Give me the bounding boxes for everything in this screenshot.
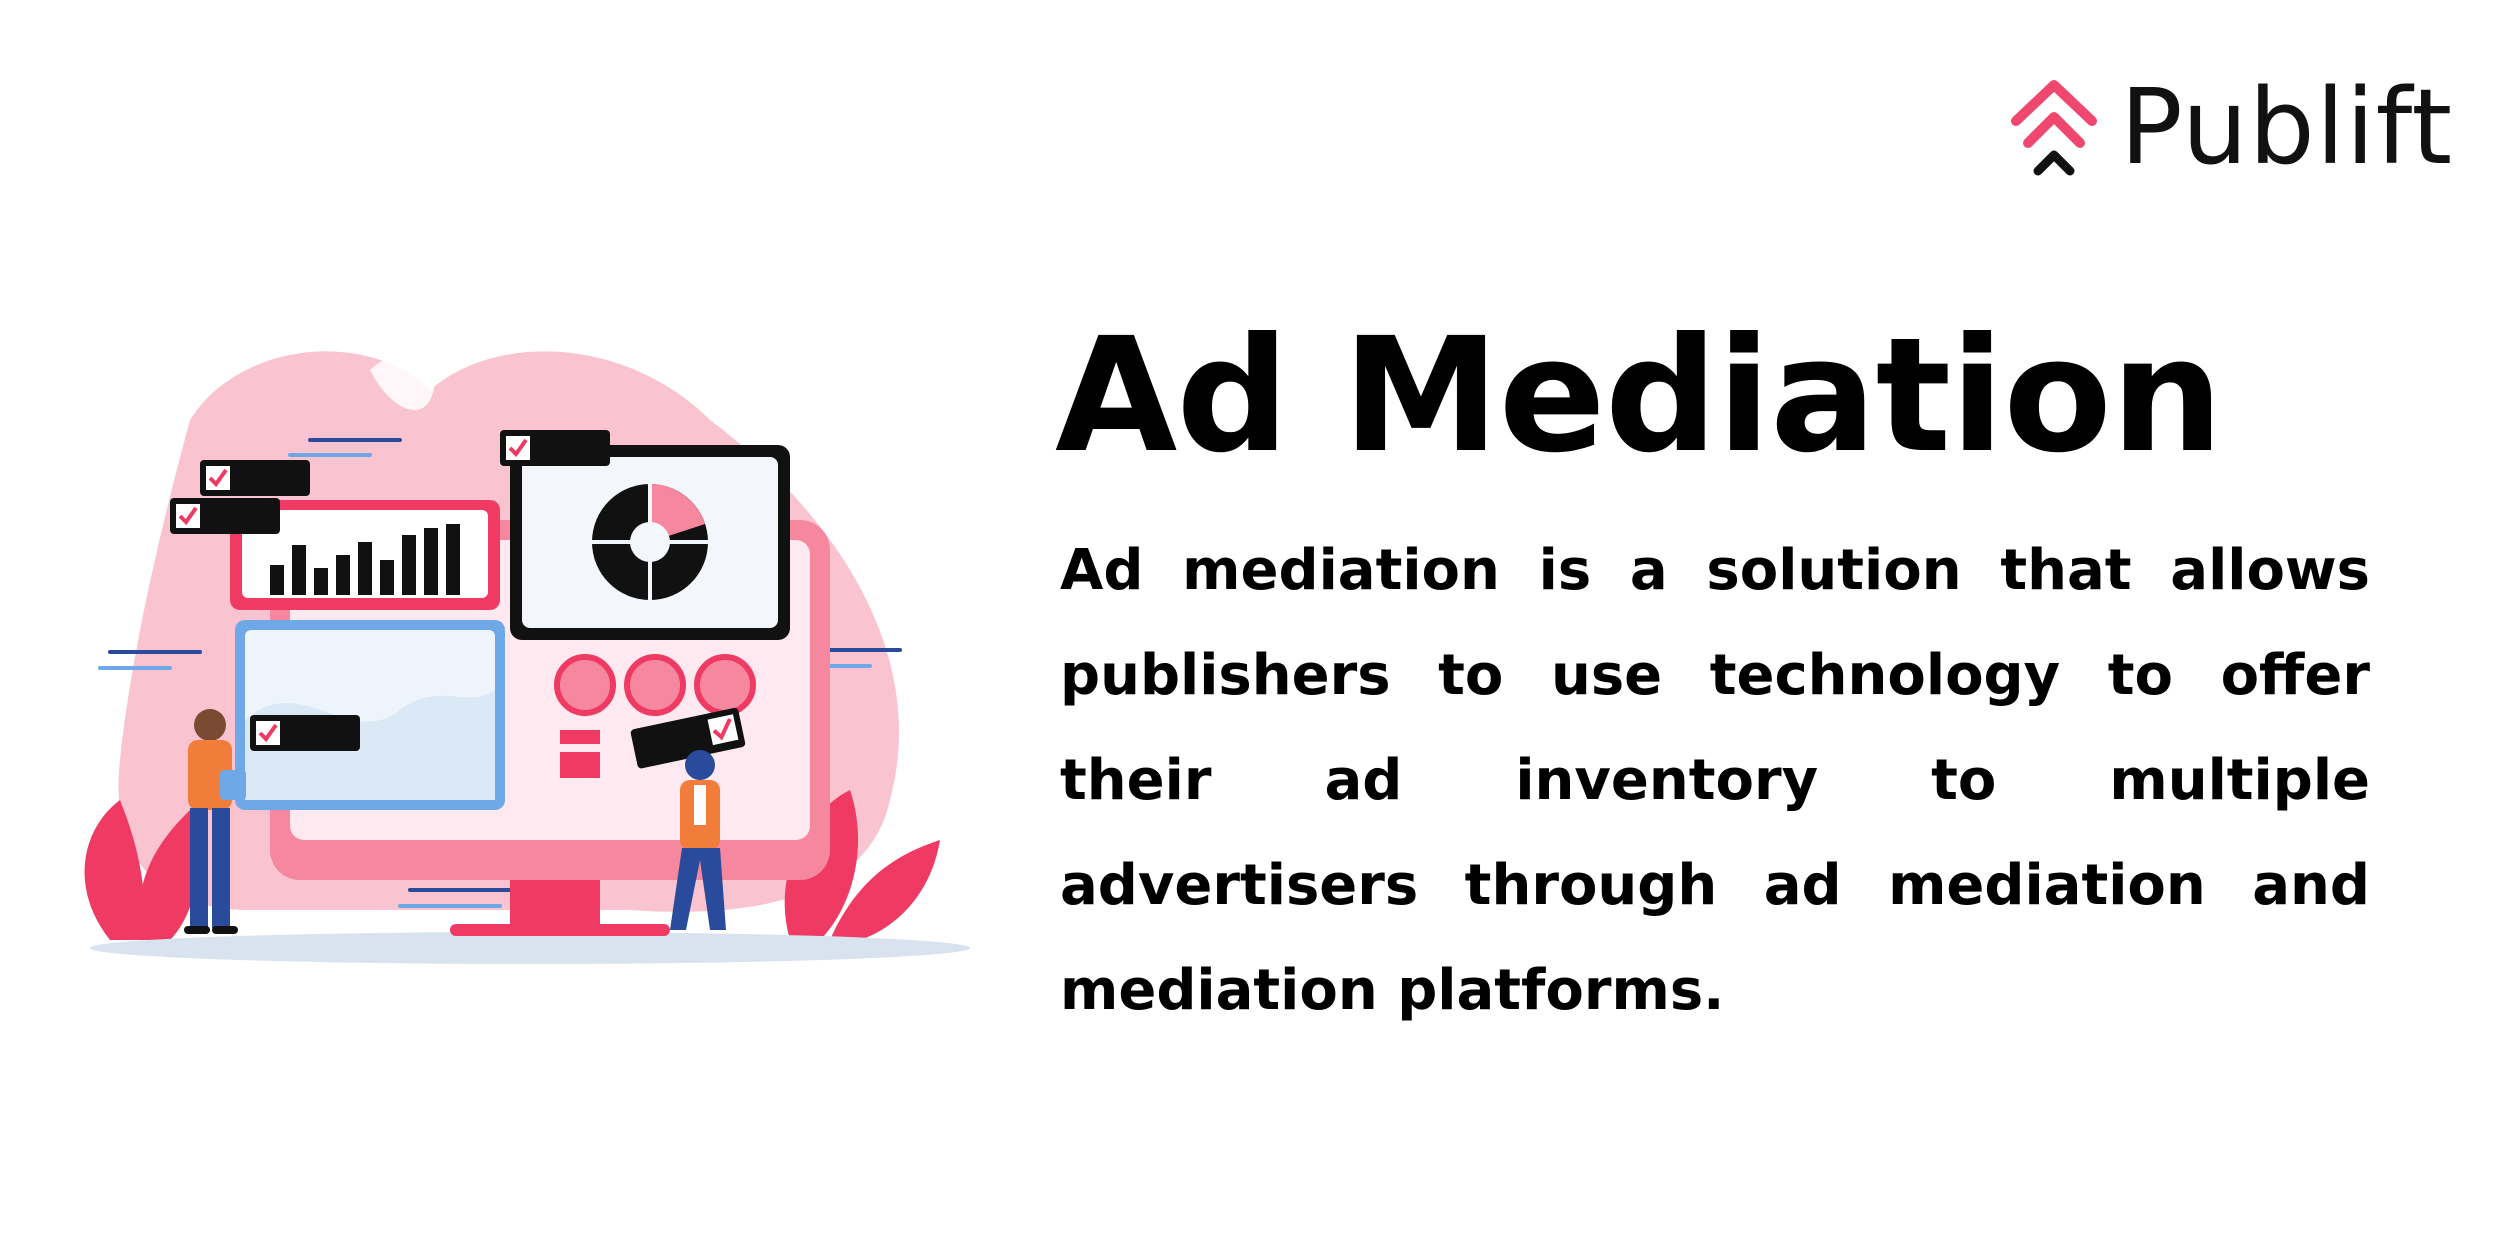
pie-chart <box>592 484 708 600</box>
double-chevron-up-icon <box>2011 80 2097 176</box>
description-text: Ad mediation is a solution that allows p… <box>1060 538 2370 1023</box>
ground-shadow <box>90 932 970 964</box>
status-circles <box>554 654 756 716</box>
monitor-stand <box>510 880 600 928</box>
publift-logo[interactable]: Publift <box>2008 72 2453 182</box>
dashboard-illustration <box>84 351 970 964</box>
page-title: Ad Mediation <box>1055 304 2223 488</box>
brand-name: Publift <box>2120 66 2454 188</box>
